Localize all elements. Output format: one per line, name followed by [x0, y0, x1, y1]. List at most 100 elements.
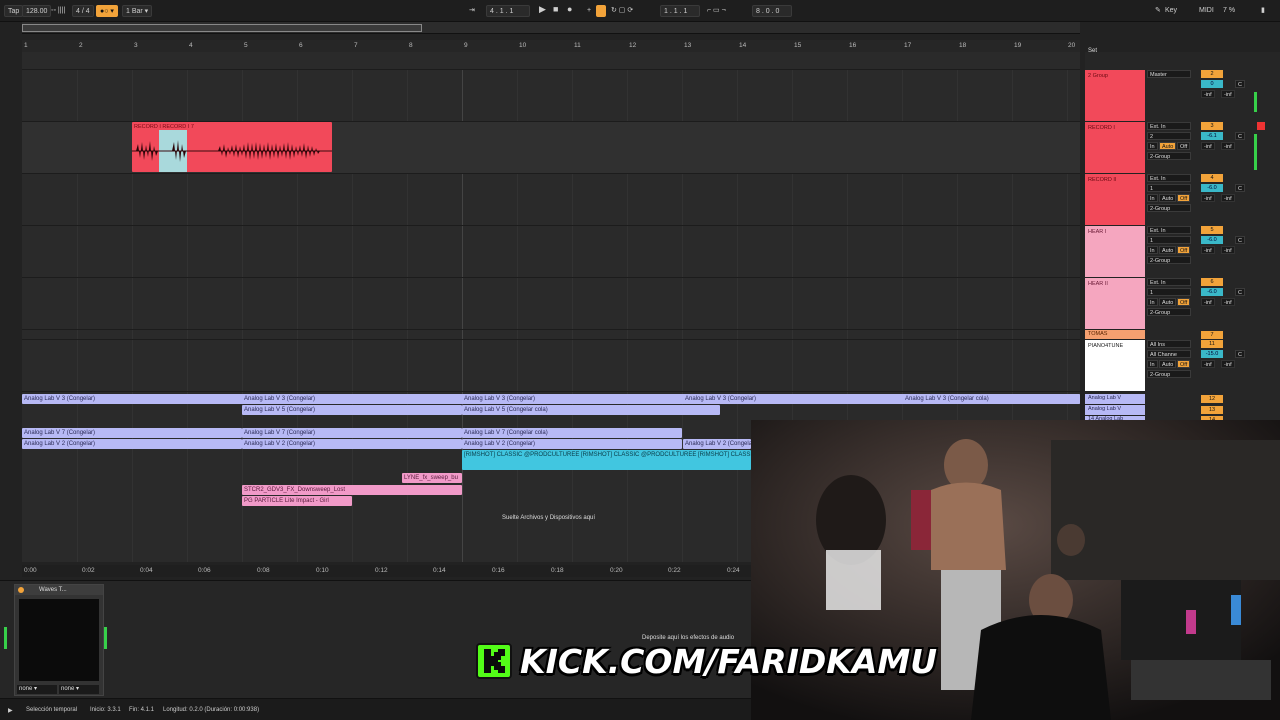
- input-channel[interactable]: 1: [1147, 236, 1191, 244]
- input-channel[interactable]: 1: [1147, 288, 1191, 296]
- output-routing[interactable]: 2-Group: [1147, 370, 1191, 378]
- track-lane-hear-1[interactable]: [22, 226, 1080, 278]
- time-signature[interactable]: 4 / 4: [72, 5, 94, 17]
- midi-clip[interactable]: Analog Lab V 7 (Congelar cola): [462, 428, 682, 438]
- track-number[interactable]: 12: [1201, 395, 1223, 403]
- track-header-analog-lab[interactable]: Analog Lab V: [1085, 394, 1145, 405]
- stop-button[interactable]: ■: [550, 3, 561, 15]
- midi-clip[interactable]: Analog Lab V 5 (Congelar cola): [462, 405, 720, 415]
- midi-clip[interactable]: Analog Lab V 3 (Congelar cola): [903, 394, 1080, 404]
- track-number[interactable]: 3: [1201, 122, 1223, 130]
- monitor-off[interactable]: Off: [1177, 298, 1191, 306]
- input-type[interactable]: All Ins: [1147, 340, 1191, 348]
- monitor-in[interactable]: In: [1147, 142, 1158, 150]
- monitor-auto[interactable]: Auto: [1159, 246, 1177, 254]
- bar-ruler[interactable]: 1 2 3 4 5 6 7 8 9 10 11 12 13 14 15 16 1…: [22, 40, 1080, 52]
- input-type[interactable]: Ext. In: [1147, 122, 1191, 130]
- volume-field[interactable]: -6.0: [1201, 184, 1223, 192]
- pan-knob[interactable]: C: [1235, 288, 1245, 296]
- monitor-in[interactable]: In: [1147, 194, 1158, 202]
- monitor-in[interactable]: In: [1147, 360, 1158, 368]
- audio-clip[interactable]: LYNE_fx_sweep_bu: [402, 473, 462, 483]
- sidechain-select[interactable]: none ▾: [59, 685, 99, 694]
- overdub-icon[interactable]: +: [584, 5, 594, 17]
- track-lane-tomas[interactable]: [22, 330, 1080, 340]
- arm-button[interactable]: [1257, 122, 1265, 130]
- input-channel[interactable]: 1: [1147, 184, 1191, 192]
- midi-clip[interactable]: Analog Lab V 7 (Congelar): [242, 428, 462, 438]
- re-enable-automation-icon[interactable]: ↻ ▢ ⟳: [608, 5, 636, 17]
- midi-map-button[interactable]: MIDI: [1196, 5, 1217, 17]
- quantize-menu[interactable]: 1 Bar ▾: [122, 5, 153, 17]
- track-lane-record-2[interactable]: [22, 174, 1080, 226]
- midi-clip[interactable]: Analog Lab V 2 (Congelar): [242, 439, 462, 449]
- track-number[interactable]: 4: [1201, 174, 1223, 182]
- track-lane-piano[interactable]: [22, 340, 1080, 392]
- midi-clip[interactable]: Analog Lab V 2 (Congelar): [683, 439, 751, 449]
- monitor-auto[interactable]: Auto: [1159, 360, 1177, 368]
- metronome-button[interactable]: ●○ ▾: [96, 5, 118, 17]
- audio-clip[interactable]: PG PARTICLE Lite Impact - Girl: [242, 496, 352, 506]
- monitor-in[interactable]: In: [1147, 246, 1158, 254]
- audio-clip[interactable]: STCR2_GDV3_FX_Downsweep_Lost: [242, 485, 462, 495]
- track-header-tomas[interactable]: TOMAS: [1085, 330, 1145, 340]
- status-play-icon[interactable]: ▶: [8, 707, 13, 714]
- monitor-off[interactable]: Off: [1177, 142, 1191, 150]
- play-button[interactable]: ▶: [536, 3, 549, 15]
- midi-clip[interactable]: Analog Lab V 2 (Congelar): [462, 439, 682, 449]
- record-button[interactable]: ●: [564, 3, 575, 15]
- pan-knob[interactable]: C: [1235, 350, 1245, 358]
- track-header-record-1[interactable]: RECORD I: [1085, 122, 1145, 174]
- automation-arm-icon[interactable]: [596, 5, 606, 17]
- punch-loop-icons[interactable]: ⌐ ▭ ¬: [704, 5, 729, 17]
- output-routing[interactable]: Master: [1147, 70, 1191, 78]
- pan-knob[interactable]: C: [1235, 132, 1245, 140]
- tempo-field[interactable]: 128.00: [22, 5, 52, 17]
- pan-knob[interactable]: C: [1235, 236, 1245, 244]
- overview-selection[interactable]: [22, 24, 422, 32]
- track-number[interactable]: 13: [1201, 406, 1223, 414]
- monitor-auto[interactable]: Auto: [1159, 142, 1177, 150]
- input-type[interactable]: Ext. In: [1147, 278, 1191, 286]
- monitor-auto[interactable]: Auto: [1159, 298, 1177, 306]
- song-position[interactable]: 4 . 1 . 1: [486, 5, 530, 17]
- volume-field[interactable]: -6.1: [1201, 132, 1223, 140]
- pan-knob[interactable]: C: [1235, 80, 1245, 88]
- track-header-hear-2[interactable]: HEAR II: [1085, 278, 1145, 330]
- audio-clip-record[interactable]: RECORD I RECORD I 7: [132, 122, 332, 172]
- audio-clip-rimshot[interactable]: [RIMSHOT] CLASSIC @PRODCULTUREE [RIMSHOT…: [462, 450, 751, 470]
- track-lane[interactable]: [22, 52, 1080, 70]
- track-number[interactable]: 7: [1201, 331, 1223, 339]
- volume-field[interactable]: -15.0: [1201, 350, 1223, 358]
- monitor-off[interactable]: Off: [1177, 360, 1191, 368]
- monitor-off[interactable]: Off: [1177, 246, 1191, 254]
- midi-clip[interactable]: Analog Lab V 3 (Congelar): [462, 394, 682, 404]
- monitor-auto[interactable]: Auto: [1159, 194, 1177, 202]
- input-channel[interactable]: 2: [1147, 132, 1191, 140]
- track-header-group[interactable]: 2 Group: [1085, 70, 1145, 122]
- input-type[interactable]: Ext. In: [1147, 226, 1191, 234]
- volume-field[interactable]: -6.0: [1201, 236, 1223, 244]
- plugin-display[interactable]: [19, 599, 99, 681]
- device-waves-tune[interactable]: Waves T... none ▾ none ▾: [14, 584, 104, 696]
- tap-tempo-button[interactable]: Tap: [4, 5, 24, 17]
- monitor-off[interactable]: Off: [1177, 194, 1191, 202]
- track-header-record-2[interactable]: RECORD II: [1085, 174, 1145, 226]
- midi-clip[interactable]: Analog Lab V 7 (Congelar): [22, 428, 242, 438]
- midi-clip[interactable]: Analog Lab V 3 (Congelar): [683, 394, 903, 404]
- track-number[interactable]: 2: [1201, 70, 1223, 78]
- monitor-in[interactable]: In: [1147, 298, 1158, 306]
- volume-field[interactable]: -6.0: [1201, 288, 1223, 296]
- track-header-piano[interactable]: PIANO4TUNE: [1085, 340, 1145, 392]
- power-icon[interactable]: [18, 587, 24, 593]
- sidechain-select[interactable]: none ▾: [17, 685, 57, 694]
- pan-knob[interactable]: C: [1235, 184, 1245, 192]
- key-map-button[interactable]: Key: [1162, 5, 1180, 17]
- nudge-icon[interactable]: ◦◦ ||||: [48, 5, 68, 17]
- volume-field[interactable]: 0: [1201, 80, 1223, 88]
- track-number[interactable]: 5: [1201, 226, 1223, 234]
- overview-toggle-icon[interactable]: ▮: [1258, 5, 1268, 17]
- output-routing[interactable]: 2-Group: [1147, 256, 1191, 264]
- output-routing[interactable]: 2-Group: [1147, 204, 1191, 212]
- follow-icon[interactable]: ⇥: [466, 5, 478, 17]
